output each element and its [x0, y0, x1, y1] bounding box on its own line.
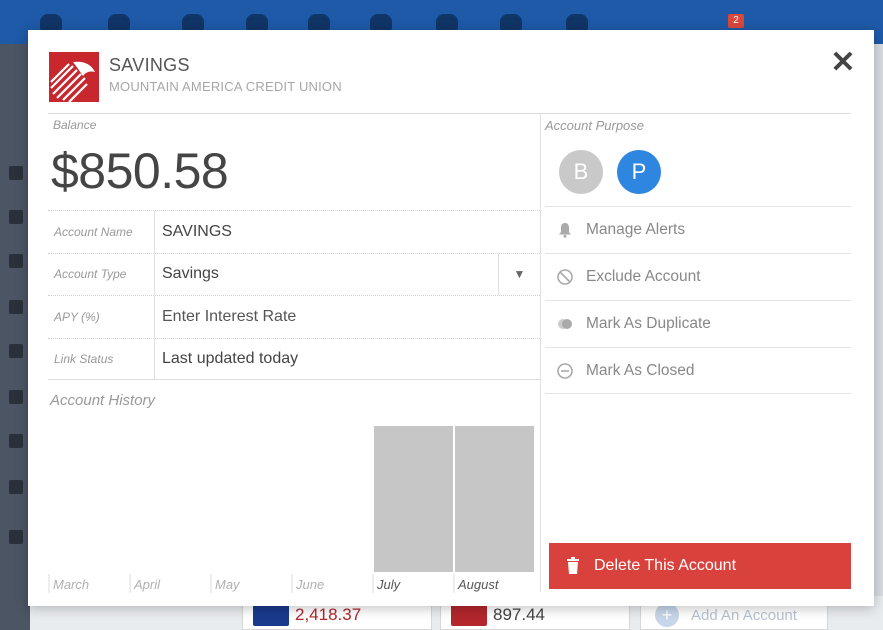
mark-duplicate-button[interactable]: Mark As Duplicate	[545, 300, 851, 347]
history-bar-august	[455, 426, 534, 572]
account-card-amount: 897.44	[493, 605, 545, 624]
bag-icon[interactable]	[370, 14, 392, 30]
sidebar-icon[interactable]	[9, 390, 23, 404]
account-type-select[interactable]: Savings	[155, 254, 540, 296]
purpose-business-toggle[interactable]: B	[559, 150, 603, 194]
field-row-apy: APY (%) Enter Interest Rate	[48, 295, 540, 338]
duplicate-icon	[555, 314, 575, 334]
x-tick-label: June	[295, 577, 324, 592]
minus-circle-icon	[555, 361, 575, 381]
prohibited-icon	[555, 267, 575, 287]
sidebar-icon[interactable]	[9, 434, 23, 448]
info-icon[interactable]	[500, 14, 522, 30]
manage-alerts-button[interactable]: Manage Alerts	[545, 206, 851, 253]
x-tick-label: March	[53, 577, 89, 592]
account-details-modal: SAVINGS MOUNTAIN AMERICA CREDIT UNION ✕ …	[28, 30, 874, 606]
field-row-link-status: Link Status Last updated today	[48, 337, 540, 380]
account-history-label: Account History	[50, 392, 156, 409]
account-card-amount: 2,418.37	[295, 605, 362, 624]
account-purpose-label: Account Purpose	[545, 118, 645, 133]
mark-closed-button[interactable]: Mark As Closed	[545, 347, 851, 394]
action-label: Exclude Account	[586, 268, 701, 285]
sidebar-icon[interactable]	[9, 530, 23, 544]
left-sidebar	[0, 44, 30, 630]
field-label: APY (%)	[48, 296, 155, 338]
delete-account-label: Delete This Account	[594, 557, 737, 574]
field-label: Link Status	[48, 338, 155, 379]
balance-label: Balance	[53, 118, 97, 132]
field-label: Account Name	[48, 211, 155, 253]
notification-badge[interactable]: 2	[728, 14, 744, 28]
action-label: Mark As Duplicate	[586, 315, 711, 332]
account-title: SAVINGS	[109, 55, 190, 75]
chevron-down-icon[interactable]: ▼	[498, 253, 540, 295]
apy-input[interactable]: Enter Interest Rate	[155, 296, 540, 338]
field-row-account-name: Account Name SAVINGS	[48, 210, 540, 253]
sidebar-icon[interactable]	[9, 480, 23, 494]
trend-icon[interactable]	[436, 14, 458, 30]
x-tick-label: July	[376, 577, 402, 592]
list-icon[interactable]	[108, 14, 130, 30]
sidebar-icon[interactable]	[9, 254, 23, 268]
x-tick-label: May	[215, 577, 241, 592]
calendar-icon[interactable]	[566, 14, 588, 30]
coins-icon[interactable]	[246, 14, 268, 30]
account-fields: Account Name SAVINGS Account Type Saving…	[48, 210, 540, 380]
x-tick-label: April	[133, 577, 161, 592]
home-icon[interactable]	[40, 14, 62, 30]
plus-icon: +	[655, 603, 679, 627]
balance-value: $850.58	[51, 143, 229, 199]
sidebar-icon[interactable]	[9, 344, 23, 358]
purpose-personal-toggle[interactable]: P	[617, 150, 661, 194]
clock-icon[interactable]	[308, 14, 330, 30]
account-info-pane: Balance $850.58 Account Name SAVINGS Acc…	[48, 113, 540, 593]
sidebar-icon[interactable]	[9, 210, 23, 224]
bell-icon	[555, 220, 575, 240]
history-bar-july	[374, 426, 453, 572]
sidebar-icon[interactable]	[9, 166, 23, 180]
field-label: Account Type	[48, 253, 155, 295]
sidebar-icon[interactable]	[9, 300, 23, 314]
action-label: Manage Alerts	[586, 221, 686, 238]
x-tick-label: August	[457, 577, 500, 592]
account-history-chart: March April May June July August	[48, 426, 534, 593]
account-purpose-pane: Account Purpose B P Manage Alerts Exclud…	[540, 113, 851, 592]
account-name-input[interactable]: SAVINGS	[155, 211, 540, 253]
action-label: Mark As Closed	[586, 361, 695, 379]
visa-card-icon	[253, 604, 289, 626]
institution-name: MOUNTAIN AMERICA CREDIT UNION	[109, 79, 342, 94]
delete-account-button[interactable]: Delete This Account	[549, 543, 851, 589]
close-icon[interactable]: ✕	[828, 48, 858, 78]
trash-icon	[563, 556, 583, 576]
field-row-account-type: Account Type Savings ▼	[48, 252, 540, 296]
exclude-account-button[interactable]: Exclude Account	[545, 253, 851, 300]
add-account-label: Add An Account	[691, 606, 797, 624]
link-status-value: Last updated today	[162, 349, 299, 367]
account-actions-list: Manage Alerts Exclude Account Mark As Du…	[545, 206, 851, 394]
credit-union-eagle-logo	[49, 52, 99, 102]
pie-chart-icon[interactable]	[182, 14, 204, 30]
wells-fargo-card-icon	[451, 604, 487, 626]
